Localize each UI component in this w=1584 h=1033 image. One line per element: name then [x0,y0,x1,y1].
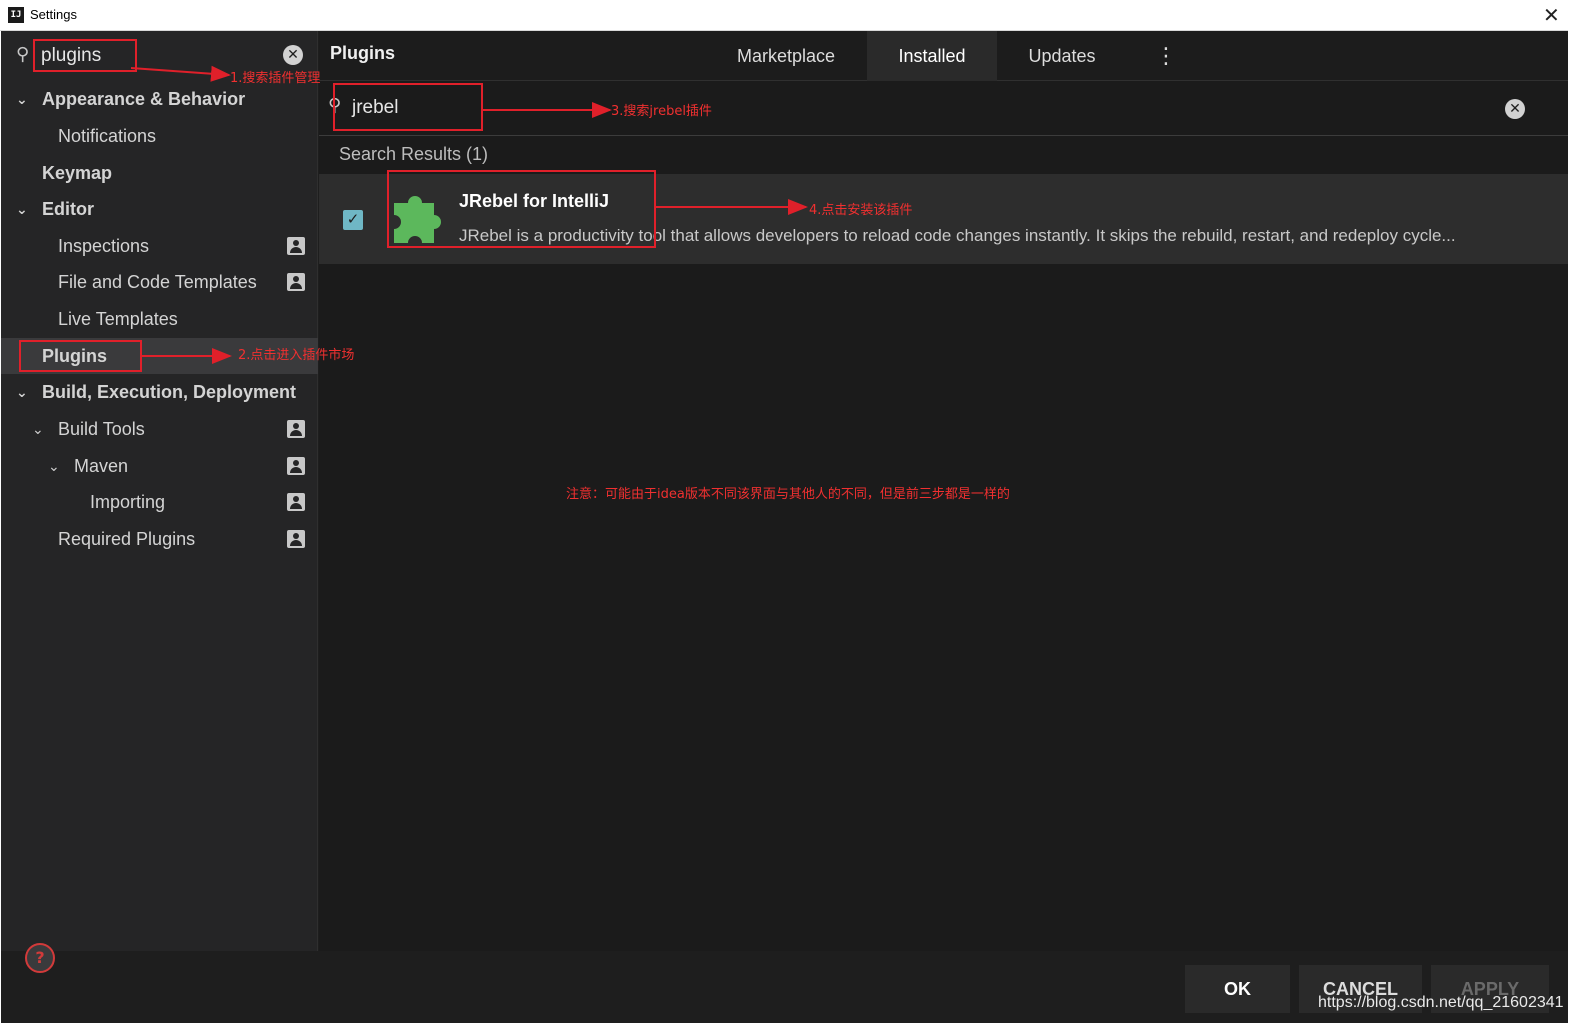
clear-icon[interactable]: ✕ [283,45,303,65]
search-results-header: Search Results (1) [339,144,489,164]
chevron-down-icon[interactable]: ⌄ [48,448,60,484]
settings-search-input[interactable]: plugins [41,45,101,67]
sidebar-item-label: Maven [74,456,129,476]
plugin-search-input[interactable]: jrebel [352,97,398,119]
chevron-down-icon[interactable]: ⌄ [16,191,28,227]
puzzle-piece-icon [394,196,441,243]
sidebar-item-notifications[interactable]: Notifications [1,118,318,154]
sidebar-item-maven[interactable]: ⌄ Maven [1,448,318,484]
plugin-description: JRebel is a productivity tool that allow… [459,226,1456,245]
sidebar-item-build-tools[interactable]: ⌄ Build Tools [1,411,318,447]
sidebar-item-live-templates[interactable]: Live Templates [1,301,318,337]
plugin-name: JRebel for IntelliJ [459,191,610,211]
annotation-step4: 4.点击安装该插件 [809,203,913,218]
project-scope-icon [287,457,305,475]
annotation-step2: 2.点击进入插件市场 [238,348,355,363]
sidebar-item-label: File and Code Templates [58,272,257,292]
tab-installed[interactable]: Installed [867,31,997,81]
watermark: https://blog.csdn.net/qq_21602341 [1318,994,1564,1011]
sidebar-item-editor[interactable]: ⌄ Editor [1,191,318,227]
chevron-down-icon[interactable]: ⌄ [16,374,28,410]
sidebar-item-label: Build, Execution, Deployment [42,382,297,402]
plugin-search[interactable]: ⚲ jrebel ✕ [319,82,1568,136]
sidebar-item-build-execution-deployment[interactable]: ⌄ Build, Execution, Deployment [1,374,318,410]
annotation-step1: 1.搜索插件管理 [230,71,321,86]
sidebar-item-label: Required Plugins [58,529,196,549]
project-scope-icon [287,273,305,291]
sidebar-item-label: Inspections [58,236,150,256]
sidebar-item-label: Appearance & Behavior [42,89,246,109]
clear-icon[interactable]: ✕ [1505,99,1525,119]
sidebar-item-inspections[interactable]: Inspections [1,228,318,264]
sidebar-item-label: Keymap [42,163,113,183]
chevron-down-icon[interactable]: ⌄ [16,81,28,117]
sidebar-item-label: Build Tools [58,419,145,439]
sidebar-item-file-code-templates[interactable]: File and Code Templates [1,264,318,300]
app-icon: IJ [8,7,24,23]
page-title: Plugins [330,43,396,63]
help-button[interactable]: ? [25,943,55,973]
window-title: Settings [30,7,77,22]
project-scope-icon [287,530,305,548]
sidebar-item-label: Notifications [58,126,157,146]
tab-updates[interactable]: Updates [997,31,1127,81]
annotation-note: 注意：可能由于idea版本不同该界面与其他人的不同，但是前三步都是一样的 [566,487,1010,502]
sidebar: ⚲ plugins ✕ ⌄ Appearance & Behavior Noti… [1,31,318,951]
project-scope-icon [287,420,305,438]
chevron-down-icon[interactable]: ⌄ [32,411,44,447]
plugins-tab-bar: Plugins Marketplace Installed Updates ⋮ [319,31,1568,81]
project-scope-icon [287,493,305,511]
title-bar: IJ Settings ✕ [0,0,1568,31]
sidebar-item-keymap[interactable]: Keymap [1,155,318,191]
sidebar-item-label: Plugins [42,346,108,366]
tab-marketplace[interactable]: Marketplace [721,31,851,81]
sidebar-item-appearance-behavior[interactable]: ⌄ Appearance & Behavior [1,81,318,117]
sidebar-item-required-plugins[interactable]: Required Plugins [1,521,318,557]
plugin-list-item[interactable]: ✓ JRebel for IntelliJ JRebel is a produc… [319,174,1568,264]
sidebar-item-label: Editor [42,199,94,219]
annotation-step3: 3.搜索jrebel插件 [611,104,712,119]
project-scope-icon [287,237,305,255]
plugin-enabled-checkbox[interactable]: ✓ [343,210,363,230]
sidebar-item-label: Live Templates [58,309,178,329]
more-vertical-icon[interactable]: ⋮ [1155,43,1177,69]
sidebar-item-label: Importing [90,492,166,512]
search-icon: ⚲ [16,44,30,64]
settings-window: ⚲ plugins ✕ ⌄ Appearance & Behavior Noti… [1,31,1568,1023]
close-icon[interactable]: ✕ [1543,3,1560,28]
ok-button[interactable]: OK [1185,965,1290,1013]
search-icon: ⚲ [328,95,342,115]
sidebar-item-importing[interactable]: Importing [1,484,318,520]
